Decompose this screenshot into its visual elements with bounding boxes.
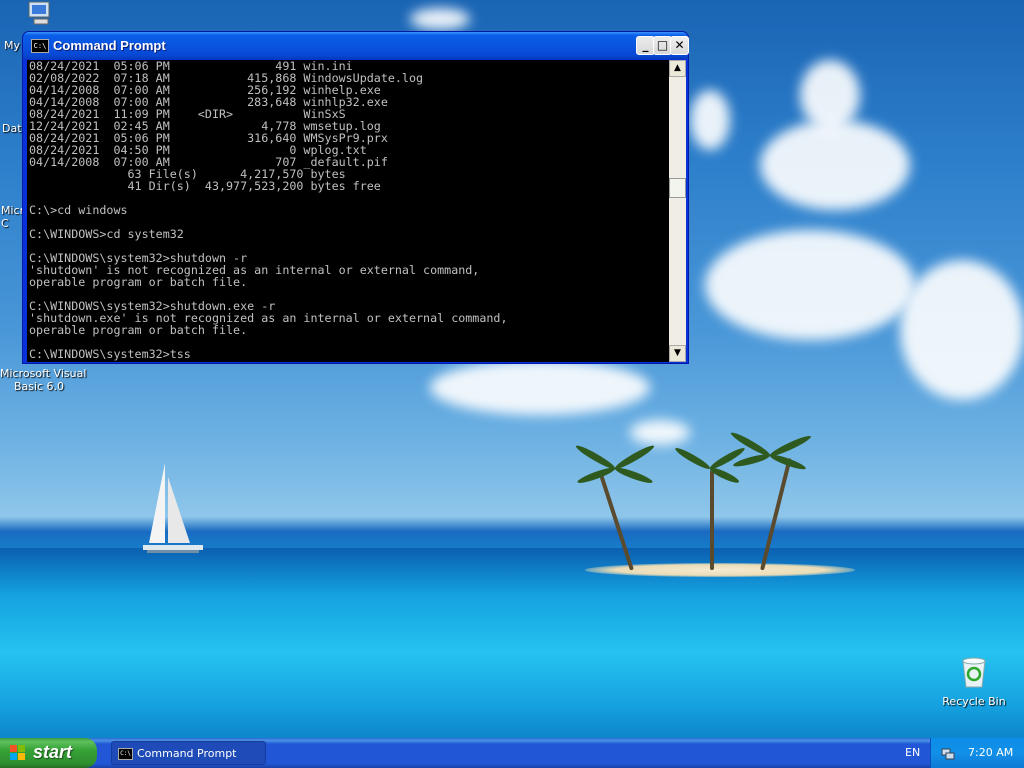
sea bbox=[0, 548, 1024, 738]
recycle-bin-label[interactable]: Recycle Bin bbox=[940, 695, 1008, 708]
sand-island bbox=[585, 563, 855, 577]
command-prompt-icon: C:\ bbox=[118, 748, 133, 760]
system-tray: 7:20 AM bbox=[930, 738, 1024, 768]
console-output[interactable]: 08/24/2021 05:06 PM 491 win.ini 02/08/20… bbox=[27, 60, 669, 362]
command-prompt-window[interactable]: C:\ Command Prompt _ □ ✕ 08/24/2021 05:0… bbox=[22, 31, 689, 364]
console-text[interactable]: 08/24/2021 05:06 PM 491 win.ini 02/08/20… bbox=[29, 60, 507, 360]
start-button[interactable]: start bbox=[0, 738, 97, 768]
palm-frond bbox=[613, 465, 654, 486]
scroll-up-arrow[interactable]: ▲ bbox=[669, 60, 686, 77]
cloud bbox=[760, 120, 910, 210]
recycle-bin-icon[interactable] bbox=[958, 655, 990, 689]
desktop-background: My Dat Micro C Microsoft Visual Basic 6.… bbox=[0, 0, 1024, 738]
scroll-thumb[interactable] bbox=[669, 178, 686, 198]
start-label[interactable]: start bbox=[33, 742, 72, 763]
desktop-icon-label-visual-basic[interactable]: Microsoft Visual Basic 6.0 bbox=[0, 367, 86, 393]
window-title: Command Prompt bbox=[53, 38, 166, 53]
taskbar-button-label: Command Prompt bbox=[137, 747, 237, 760]
command-prompt-icon[interactable]: C:\ bbox=[31, 39, 49, 53]
cloud bbox=[705, 230, 915, 340]
cloud bbox=[690, 90, 730, 150]
network-icon[interactable] bbox=[941, 746, 955, 760]
cloud bbox=[900, 260, 1024, 400]
palm-frond bbox=[673, 445, 712, 472]
desktop-icon-label-my-computer[interactable]: My bbox=[4, 39, 24, 52]
vertical-scrollbar[interactable]: ▲ ▼ bbox=[669, 60, 686, 362]
desktop-icon-label-data[interactable]: Dat bbox=[2, 122, 24, 135]
palm-trunk bbox=[710, 470, 714, 570]
taskbar: start C:\ Command Prompt EN 7:20 AM bbox=[0, 738, 1024, 768]
close-button[interactable]: ✕ bbox=[670, 36, 689, 55]
windows-logo-icon bbox=[10, 745, 25, 760]
cloud bbox=[800, 60, 860, 130]
palm-frond bbox=[576, 465, 617, 486]
cloud bbox=[630, 420, 690, 445]
cloud bbox=[430, 360, 650, 415]
clock[interactable]: 7:20 AM bbox=[968, 746, 1013, 759]
sailboat bbox=[143, 463, 203, 553]
my-computer-icon[interactable] bbox=[26, 0, 54, 28]
taskbar-button-command-prompt[interactable]: C:\ Command Prompt bbox=[111, 741, 266, 765]
scroll-down-arrow[interactable]: ▼ bbox=[669, 345, 686, 362]
cloud bbox=[410, 8, 470, 30]
title-bar[interactable]: C:\ Command Prompt _ □ ✕ bbox=[23, 32, 689, 59]
language-indicator[interactable]: EN bbox=[905, 746, 920, 759]
